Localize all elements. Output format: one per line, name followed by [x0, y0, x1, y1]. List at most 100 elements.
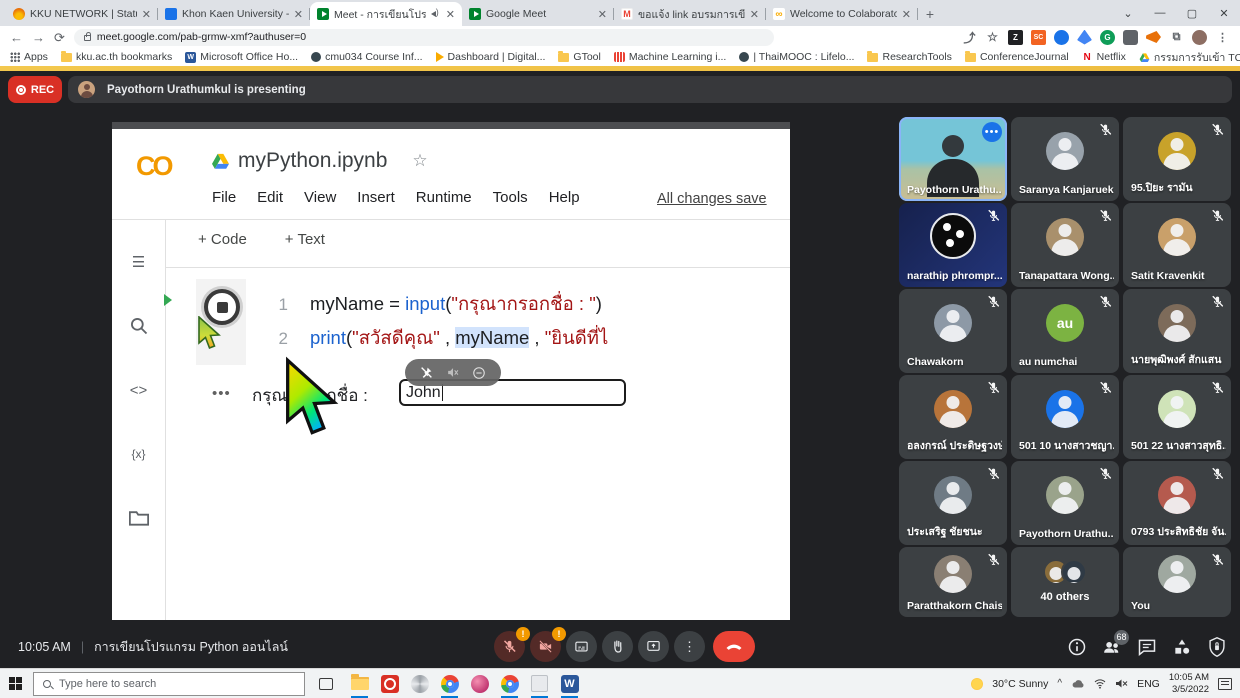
bookmark-item[interactable]: cmu034 Course Inf...	[311, 51, 422, 63]
add-code-button[interactable]: + Code	[198, 231, 247, 248]
chrome-icon[interactable]	[439, 673, 460, 694]
weather-text[interactable]: 30°C Sunny	[992, 678, 1048, 690]
self-tile[interactable]: You	[1123, 547, 1231, 617]
add-text-button[interactable]: + Text	[285, 231, 325, 248]
people-button[interactable]: 68	[1102, 637, 1122, 657]
menu-runtime[interactable]: Runtime	[416, 189, 472, 206]
close-window-button[interactable]: ✕	[1208, 7, 1240, 20]
output-options-icon[interactable]: •••	[212, 385, 231, 402]
annotation-tool-icon[interactable]	[469, 673, 490, 694]
start-button[interactable]	[0, 669, 30, 698]
menu-view[interactable]: View	[304, 189, 336, 206]
close-icon[interactable]: ✕	[446, 8, 455, 21]
overflow-participants-tile[interactable]: 40 others	[1011, 547, 1119, 617]
chat-icon[interactable]	[1137, 637, 1157, 657]
leave-call-button[interactable]	[713, 631, 755, 662]
bookmark-star-icon[interactable]: ☆	[985, 30, 1000, 45]
close-icon[interactable]: ✕	[750, 8, 759, 21]
bookmark-item[interactable]: NNetflix	[1082, 51, 1126, 63]
menu-insert[interactable]: Insert	[357, 189, 395, 206]
notes-app-icon[interactable]	[529, 673, 550, 694]
new-tab-button[interactable]: +	[918, 2, 942, 26]
code-editor[interactable]: 1myName = input("กรุณากรอกชื่อ : ") 2pri…	[246, 279, 790, 365]
host-controls-icon[interactable]	[1207, 637, 1227, 657]
tile-menu-button[interactable]: •••	[982, 122, 1002, 142]
participant-tile[interactable]: 0793 ประสิทธิชัย จัน...	[1123, 461, 1231, 545]
pin-off-icon[interactable]	[420, 366, 433, 379]
info-icon[interactable]	[1067, 637, 1087, 657]
participant-tile[interactable]: Satit Kravenkit	[1123, 203, 1231, 287]
taskbar-clock[interactable]: 10:05 AM 3/5/2022	[1169, 672, 1209, 695]
maximize-button[interactable]: ▢	[1176, 7, 1208, 20]
participant-tile[interactable]: ประเสริฐ ชัยชนะ	[899, 461, 1007, 545]
participant-tile[interactable]: Saranya Kanjaruek	[1011, 117, 1119, 201]
action-center-icon[interactable]	[1218, 678, 1232, 690]
network-icon[interactable]	[1094, 678, 1106, 689]
participant-tile[interactable]: narathip phrompr...	[899, 203, 1007, 287]
tab-meet-active[interactable]: Meet - การเขียนโปรแกรม Pytho ✕	[310, 2, 462, 26]
chrome-meeting-icon[interactable]	[499, 673, 520, 694]
camera-off-button[interactable]: !	[530, 631, 561, 662]
more-options-button[interactable]: ⋮	[674, 631, 705, 662]
profile-avatar[interactable]	[1192, 30, 1207, 45]
variables-icon[interactable]: {x}	[129, 444, 149, 464]
back-button[interactable]: ←	[10, 31, 23, 44]
star-icon[interactable]: ☆	[412, 151, 427, 171]
language-indicator[interactable]: ENG	[1137, 678, 1160, 690]
close-icon[interactable]: ✕	[142, 8, 151, 21]
pdf-reader-icon[interactable]	[379, 673, 400, 694]
minimize-button[interactable]: —	[1144, 7, 1176, 19]
bookmark-item[interactable]: GTool	[558, 51, 600, 63]
extension-o-icon[interactable]	[1054, 30, 1069, 45]
participant-tile[interactable]: 95.ปิยะ รามัน	[1123, 117, 1231, 201]
tab-audio-icon[interactable]	[431, 9, 441, 19]
taskbar-search-input[interactable]: Type here to search	[33, 672, 305, 696]
mic-off-button[interactable]: !	[494, 631, 525, 662]
participant-tile[interactable]: 501 22 นางสาวสุทธิ...	[1123, 375, 1231, 459]
file-explorer-icon[interactable]	[349, 673, 370, 694]
menu-tools[interactable]: Tools	[493, 189, 528, 206]
participant-tile[interactable]: 501 10 นางสาวชญา...	[1011, 375, 1119, 459]
menu-edit[interactable]: Edit	[257, 189, 283, 206]
volume-muted-icon[interactable]	[1115, 678, 1128, 689]
tab-calendar[interactable]: Khon Kaen University - Calenda ✕	[158, 2, 310, 26]
share-icon[interactable]: ⤴	[962, 30, 977, 45]
grammarly-icon[interactable]: G	[1100, 30, 1115, 45]
tab-gmail[interactable]: M ขอแจ้ง link อบรมการเขียนโปรแกรม P ✕	[614, 2, 766, 26]
bookmark-item[interactable]: Dashboard | Digital...	[436, 51, 546, 63]
apps-shortcut[interactable]: Apps	[10, 51, 48, 63]
show-hidden-icons-chevron[interactable]: ^	[1057, 678, 1062, 689]
participant-tile[interactable]: au au numchai	[1011, 289, 1119, 373]
present-screen-button[interactable]	[638, 631, 669, 662]
bookmark-item[interactable]: Machine Learning i...	[614, 51, 726, 63]
captions-button[interactable]	[566, 631, 597, 662]
reload-button[interactable]: ⟳	[54, 31, 65, 44]
url-bar[interactable]: meet.google.com/pab-grmw-xmf?authuser=0	[74, 29, 774, 46]
tab-kku-network[interactable]: KKU NETWORK | Status ✕	[6, 2, 158, 26]
forward-button[interactable]: →	[32, 31, 45, 44]
search-icon[interactable]	[129, 316, 149, 336]
menu-help[interactable]: Help	[549, 189, 580, 206]
extension-diamond-icon[interactable]	[1077, 30, 1092, 45]
bookmark-item[interactable]: | ThaiMOOC : Lifelo...	[739, 51, 854, 63]
tab-search-chevron-icon[interactable]: ⌄	[1112, 7, 1144, 20]
bookmark-item[interactable]: ConferenceJournal	[965, 51, 1069, 63]
screenshot-extension-icon[interactable]	[1123, 30, 1138, 45]
extensions-puzzle-icon[interactable]: ⧉	[1169, 30, 1184, 45]
word-icon[interactable]: W	[559, 673, 580, 694]
participant-tile[interactable]: Chawakorn	[899, 289, 1007, 373]
raise-hand-button[interactable]	[602, 631, 633, 662]
task-view-button[interactable]	[319, 678, 333, 690]
participant-tile[interactable]: Paratthakorn Chais...	[899, 547, 1007, 617]
participant-tile[interactable]: Tanapattara Wong...	[1011, 203, 1119, 287]
participant-tile[interactable]: Payothorn Urathu...	[1011, 461, 1119, 545]
close-icon[interactable]: ✕	[902, 8, 911, 21]
remove-from-view-icon[interactable]	[472, 366, 486, 380]
files-icon[interactable]	[129, 508, 149, 528]
bookmark-item[interactable]: WMicrosoft Office Ho...	[185, 51, 298, 63]
tab-colab[interactable]: ∞ Welcome to Colaboratory - Colab ✕	[766, 2, 918, 26]
menu-file[interactable]: File	[212, 189, 236, 206]
extension-sc-icon[interactable]: SC	[1031, 30, 1046, 45]
close-icon[interactable]: ✕	[294, 8, 303, 21]
megaphone-extension-icon[interactable]	[1146, 30, 1161, 45]
